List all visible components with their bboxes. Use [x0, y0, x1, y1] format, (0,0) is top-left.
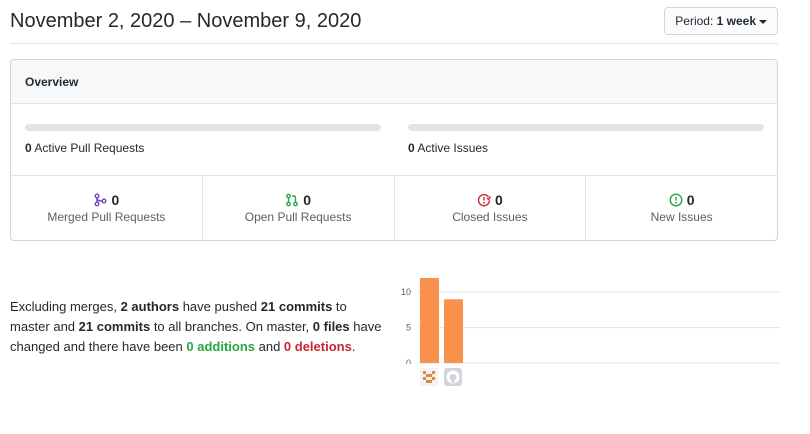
merged-pull-requests-stat[interactable]: 0 Merged Pull Requests — [11, 176, 203, 240]
overview-heading: Overview — [11, 60, 777, 104]
commit-summary: Excluding merges, 2 authors have pushed … — [10, 297, 390, 357]
files-changed-count: 0 files — [312, 319, 350, 334]
period-prefix: Period: — [675, 14, 717, 28]
page-header: November 2, 2020 – November 9, 2020 Peri… — [10, 0, 778, 44]
open-pull-requests-stat[interactable]: 0 Open Pull Requests — [203, 176, 395, 240]
issue-closed-icon — [477, 194, 491, 207]
open-pull-requests-label: Open Pull Requests — [244, 210, 352, 224]
summary-text-2: have pushed — [179, 299, 261, 314]
active-pull-requests-count: 0 — [25, 141, 32, 155]
closed-issues-stat[interactable]: 0 Closed Issues — [395, 176, 587, 240]
identicon-avatar-icon — [420, 368, 438, 386]
summary-text-4: to all branches. On master, — [150, 319, 313, 334]
merged-pull-requests-count: 0 — [111, 192, 120, 208]
master-commits-count: 21 commits — [260, 299, 333, 314]
overview-stats: 0 Merged Pull Requests 0 Open Pull Reque… — [11, 176, 777, 240]
summary-text-7: . — [351, 339, 356, 354]
date-range-title: November 2, 2020 – November 9, 2020 — [10, 10, 362, 32]
git-merge-icon — [94, 193, 107, 207]
active-pull-requests-label: Active Pull Requests — [31, 141, 145, 155]
active-issues-link[interactable]: 0 Active Issues — [408, 141, 488, 155]
new-issues-count: 0 — [686, 192, 695, 208]
period-value: 1 week — [716, 14, 756, 28]
open-pull-requests-count: 0 — [303, 192, 312, 208]
author-avatar-1[interactable] — [420, 368, 438, 386]
authors-link[interactable]: 2 authors — [121, 299, 180, 314]
git-pull-request-icon — [286, 193, 299, 207]
deletions-count: 0 deletions — [283, 339, 352, 354]
y-tick-label: 5 — [406, 323, 411, 333]
overview-panel: Overview 0 Active Pull Requests 0 Active… — [10, 59, 778, 241]
closed-issues-count: 0 — [494, 192, 503, 208]
overview-activity-bars: 0 Active Pull Requests 0 Active Issues — [11, 104, 777, 176]
new-issues-label: New Issues — [650, 210, 713, 224]
active-issues-count: 0 — [408, 141, 415, 155]
summary-text-6: and — [255, 339, 284, 354]
active-pull-requests-link[interactable]: 0 Active Pull Requests — [25, 141, 144, 155]
github-octocat-icon — [446, 370, 460, 384]
issues-progress-bar — [408, 124, 764, 131]
issue-opened-icon — [669, 193, 683, 207]
author-avatar-2[interactable] — [444, 368, 462, 386]
commits-by-author-chart: 10 5 0 — [392, 272, 782, 390]
closed-issues-label: Closed Issues — [452, 210, 528, 224]
all-branches-commits-count: 21 commits — [78, 319, 151, 334]
new-issues-stat[interactable]: 0 New Issues — [586, 176, 777, 240]
y-tick-label: 10 — [401, 287, 411, 297]
chevron-down-icon — [759, 19, 767, 24]
active-issues-label: Active Issues — [414, 141, 489, 155]
commit-bar-1[interactable] — [420, 278, 439, 363]
additions-count: 0 additions — [186, 339, 255, 354]
merged-pull-requests-label: Merged Pull Requests — [47, 210, 166, 224]
y-tick-label: 0 — [406, 358, 411, 364]
commits-chart-svg: 10 5 0 — [401, 278, 780, 368]
period-dropdown-button[interactable]: Period: 1 week — [664, 7, 778, 35]
pull-requests-progress-bar — [25, 124, 381, 131]
summary-text-1: Excluding merges, — [10, 299, 121, 314]
commit-bar-2[interactable] — [444, 299, 463, 363]
